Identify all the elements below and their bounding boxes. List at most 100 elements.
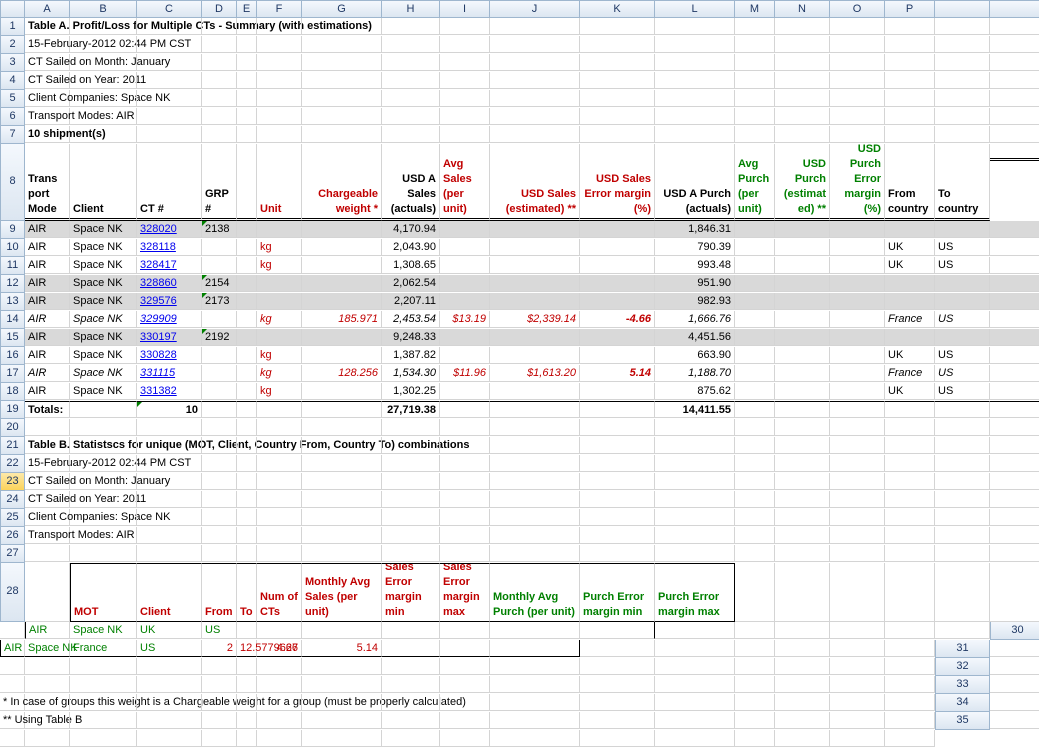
- cell[interactable]: [580, 545, 655, 562]
- cell[interactable]: [775, 311, 830, 328]
- cell-err[interactable]: 5.14: [580, 365, 655, 382]
- cell[interactable]: [885, 90, 935, 107]
- cell-unit[interactable]: [257, 329, 302, 346]
- cell-mode[interactable]: AIR: [25, 311, 70, 328]
- cell-grp[interactable]: 2154: [202, 275, 237, 292]
- cell-est[interactable]: [490, 383, 580, 400]
- cell[interactable]: [830, 108, 885, 125]
- cell[interactable]: [735, 257, 775, 274]
- cell-err[interactable]: -4.66: [580, 311, 655, 328]
- cell[interactable]: [257, 491, 302, 508]
- cell[interactable]: [990, 144, 1039, 161]
- cell[interactable]: [490, 36, 580, 53]
- cell[interactable]: [935, 90, 990, 107]
- cell[interactable]: [775, 108, 830, 125]
- cell[interactable]: [830, 545, 885, 562]
- cell[interactable]: [257, 72, 302, 89]
- select-all-corner[interactable]: [0, 0, 25, 18]
- cell-avgsales[interactable]: [440, 383, 490, 400]
- cell[interactable]: [237, 365, 257, 382]
- cell[interactable]: [302, 473, 382, 490]
- cell[interactable]: [885, 694, 935, 711]
- cell-mode[interactable]: AIR: [25, 383, 70, 400]
- cell-from[interactable]: France: [885, 365, 935, 382]
- col-header-I[interactable]: I: [440, 0, 490, 18]
- cell[interactable]: [990, 126, 1039, 143]
- ct-link[interactable]: 328020: [137, 221, 202, 238]
- cell[interactable]: [202, 126, 237, 143]
- cell[interactable]: [830, 640, 885, 657]
- cell[interactable]: [735, 275, 775, 292]
- cell[interactable]: [935, 36, 990, 53]
- cell[interactable]: [885, 455, 935, 472]
- cell[interactable]: [70, 712, 137, 729]
- cell[interactable]: [990, 36, 1039, 53]
- cell-to[interactable]: US: [935, 383, 990, 400]
- cell[interactable]: [202, 694, 237, 711]
- cell[interactable]: [202, 491, 237, 508]
- cell-avgsales[interactable]: $11.96: [440, 365, 490, 382]
- cell[interactable]: [490, 491, 580, 508]
- cell[interactable]: [655, 545, 735, 562]
- cell[interactable]: [0, 676, 25, 693]
- cell-unit[interactable]: [257, 293, 302, 310]
- cell[interactable]: [302, 126, 382, 143]
- cell[interactable]: [990, 108, 1039, 125]
- cell[interactable]: [885, 712, 935, 729]
- cell[interactable]: [655, 72, 735, 89]
- cell[interactable]: [990, 694, 1039, 711]
- cell-num[interactable]: 2: [202, 640, 237, 657]
- cell[interactable]: [735, 658, 775, 675]
- cell[interactable]: [735, 473, 775, 490]
- cell[interactable]: [990, 18, 1039, 35]
- cell[interactable]: [580, 108, 655, 125]
- cell-sales[interactable]: 2,453.54: [382, 311, 440, 328]
- row-header-30[interactable]: 30: [990, 622, 1039, 640]
- cell[interactable]: [655, 694, 735, 711]
- cell[interactable]: [830, 509, 885, 526]
- row-header-18[interactable]: 18: [0, 383, 25, 401]
- cell[interactable]: [237, 275, 257, 292]
- cell-to[interactable]: [935, 221, 990, 238]
- cell[interactable]: [237, 383, 257, 400]
- cell[interactable]: [935, 72, 990, 89]
- cell[interactable]: [735, 54, 775, 71]
- cell[interactable]: [382, 491, 440, 508]
- row-header-20[interactable]: 20: [0, 419, 25, 437]
- cell[interactable]: [302, 676, 382, 693]
- cell[interactable]: [735, 527, 775, 544]
- cell[interactable]: [257, 473, 302, 490]
- cell[interactable]: [440, 437, 490, 454]
- cell[interactable]: [735, 108, 775, 125]
- cell[interactable]: [775, 239, 830, 256]
- cell[interactable]: [885, 658, 935, 675]
- cell[interactable]: [382, 676, 440, 693]
- cell[interactable]: [830, 491, 885, 508]
- cell-from[interactable]: [885, 329, 935, 346]
- row-header-24[interactable]: 24: [0, 491, 25, 509]
- cell[interactable]: [137, 90, 202, 107]
- row-header-8[interactable]: 8: [0, 144, 25, 221]
- cell-client[interactable]: Space NK: [70, 239, 137, 256]
- cell-grp[interactable]: [202, 311, 237, 328]
- cell[interactable]: [440, 18, 490, 35]
- cell[interactable]: [735, 383, 775, 400]
- cell-client[interactable]: Space NK: [70, 622, 137, 639]
- row-header-21[interactable]: 21: [0, 437, 25, 455]
- cell-mavg[interactable]: 12.5779627: [237, 640, 257, 657]
- cell-to[interactable]: US: [935, 257, 990, 274]
- cell[interactable]: [775, 275, 830, 292]
- ct-link[interactable]: 329909: [137, 311, 202, 328]
- row-header-1[interactable]: 1: [0, 18, 25, 36]
- cell[interactable]: [990, 419, 1039, 436]
- cell[interactable]: [70, 126, 137, 143]
- cell-mode[interactable]: AIR: [25, 275, 70, 292]
- cell[interactable]: [735, 419, 775, 436]
- cell[interactable]: [655, 437, 735, 454]
- cell[interactable]: [990, 563, 1039, 622]
- cell-cw[interactable]: [302, 239, 382, 256]
- cell-grp[interactable]: [202, 347, 237, 364]
- cell[interactable]: [202, 90, 237, 107]
- cell-sales[interactable]: 9,248.33: [382, 329, 440, 346]
- cell-mavg[interactable]: [257, 622, 302, 639]
